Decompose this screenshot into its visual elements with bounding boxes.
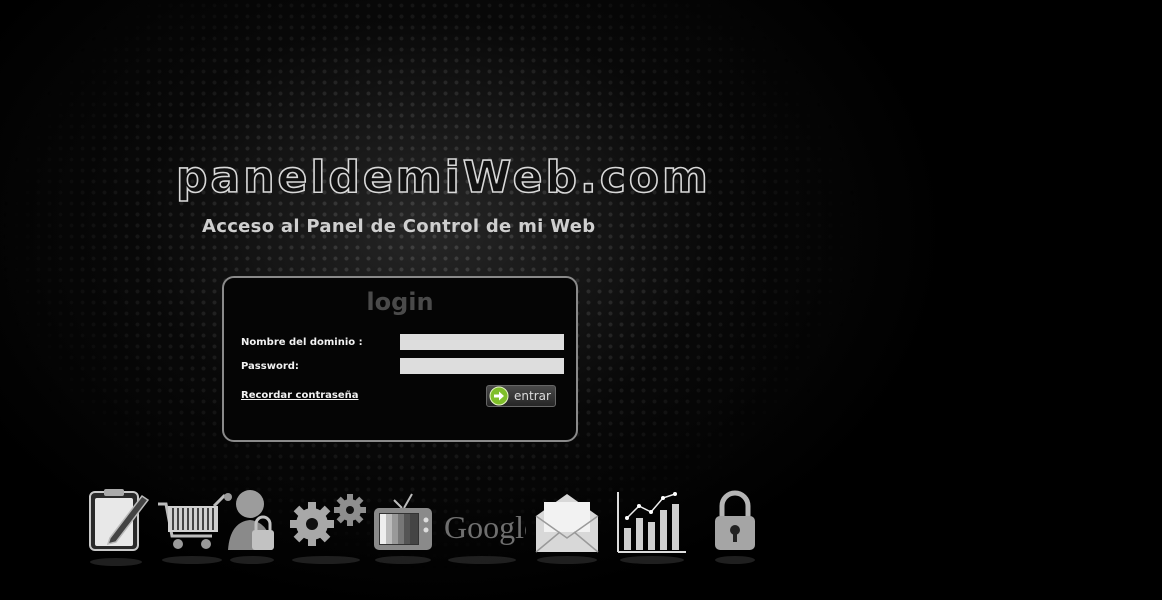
password-label: Password:	[241, 361, 299, 372]
television-icon[interactable]	[372, 488, 434, 568]
login-panel: login Nombre del dominio : Password: Rec…	[222, 276, 578, 442]
enter-button[interactable]: entrar	[486, 385, 556, 407]
enter-button-label: entrar	[514, 389, 551, 403]
envelope-icon[interactable]	[534, 488, 600, 568]
notepad-pencil-icon[interactable]	[86, 488, 152, 568]
user-lock-icon[interactable]	[228, 488, 280, 568]
bar-chart-icon[interactable]	[614, 488, 690, 568]
forgot-password-link[interactable]: Recordar contraseña	[241, 390, 359, 401]
password-input[interactable]	[400, 358, 564, 374]
google-icon-text: Google	[444, 509, 526, 545]
shopping-cart-icon[interactable]	[156, 488, 232, 568]
google-icon[interactable]: Google	[442, 488, 526, 568]
arrow-right-icon	[489, 386, 509, 406]
padlock-icon[interactable]	[712, 488, 758, 568]
login-title: login	[366, 288, 434, 316]
site-title: paneldemiWeb.com	[175, 151, 711, 204]
domain-label: Nombre del dominio :	[241, 337, 363, 348]
gears-icon[interactable]	[286, 488, 370, 568]
domain-input[interactable]	[400, 334, 564, 350]
page-subtitle: Acceso al Panel de Control de mi Web	[202, 216, 596, 237]
